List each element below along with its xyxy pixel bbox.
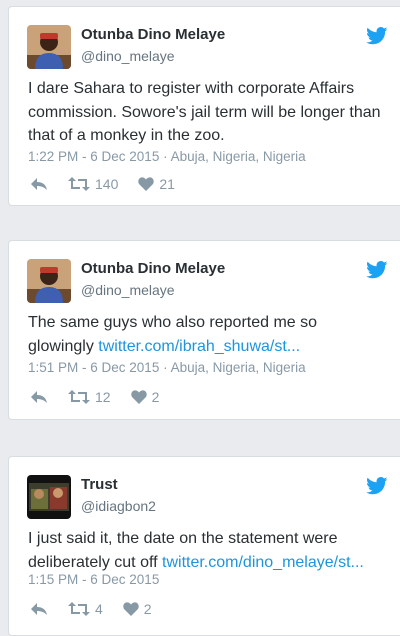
tweet-text: I just said it, the date on the statemen… [28, 530, 364, 571]
like-button[interactable]: 2 [123, 601, 152, 617]
twitter-bird-icon [366, 261, 388, 279]
retweet-icon [68, 177, 90, 191]
author-name[interactable]: Otunba Dino Melaye [81, 26, 225, 43]
tweet-timestamp[interactable]: 1:51 PM - 6 Dec 2015 · Abuja, Nigeria, N… [28, 360, 306, 375]
retweet-button[interactable]: 140 [68, 176, 118, 192]
tweet-actions: 12 2 [30, 387, 179, 407]
twitter-bird-icon [366, 477, 388, 495]
author-handle[interactable]: @dino_melaye [81, 48, 175, 64]
retweet-button[interactable]: 12 [68, 389, 111, 405]
retweet-button[interactable]: 4 [68, 601, 103, 617]
reply-icon [31, 178, 47, 190]
like-count: 2 [143, 601, 152, 617]
heart-icon [138, 177, 155, 191]
like-button[interactable]: 21 [138, 176, 175, 192]
tweet-actions: 140 21 [30, 174, 195, 194]
author-name[interactable]: Trust [81, 476, 118, 493]
tweet-link[interactable]: twitter.com/dino_melaye/st... [162, 554, 364, 571]
reply-icon [31, 391, 47, 403]
author-handle[interactable]: @idiagbon2 [81, 498, 156, 514]
avatar[interactable] [27, 259, 71, 303]
retweet-count: 4 [95, 601, 103, 617]
reply-button[interactable] [30, 177, 48, 191]
heart-icon [123, 602, 139, 616]
author-handle[interactable]: @dino_melaye [81, 282, 175, 298]
retweet-count: 140 [95, 176, 119, 192]
retweet-icon [68, 390, 90, 404]
reply-icon [31, 603, 47, 615]
heart-icon [130, 390, 147, 404]
tweet-card[interactable]: Otunba Dino Melaye @dino_melaye I dare S… [8, 6, 400, 206]
avatar[interactable] [27, 25, 71, 69]
reply-button[interactable] [30, 602, 48, 616]
tweet-text: The same guys who also reported me so gl… [28, 314, 318, 355]
retweet-count: 12 [95, 389, 111, 405]
tweet-card[interactable]: Trust @idiagbon2 I just said it, the dat… [8, 456, 400, 636]
tweet-card[interactable]: Otunba Dino Melaye @dino_melaye The same… [8, 240, 400, 420]
avatar[interactable] [27, 475, 71, 519]
twitter-bird-icon [366, 27, 388, 45]
like-button[interactable]: 2 [130, 389, 160, 405]
like-count: 2 [151, 389, 160, 405]
reply-button[interactable] [30, 390, 48, 404]
author-name[interactable]: Otunba Dino Melaye [81, 260, 225, 277]
tweet-link[interactable]: twitter.com/ibrah_shuwa/st... [98, 338, 300, 355]
tweet-actions: 4 2 [30, 599, 172, 619]
like-count: 21 [159, 176, 175, 192]
retweet-icon [68, 602, 90, 616]
tweet-timestamp[interactable]: 1:15 PM - 6 Dec 2015 [28, 572, 159, 587]
tweet-timestamp[interactable]: 1:22 PM - 6 Dec 2015 · Abuja, Nigeria, N… [28, 149, 306, 164]
tweet-text: I dare Sahara to register with corporate… [28, 80, 381, 144]
